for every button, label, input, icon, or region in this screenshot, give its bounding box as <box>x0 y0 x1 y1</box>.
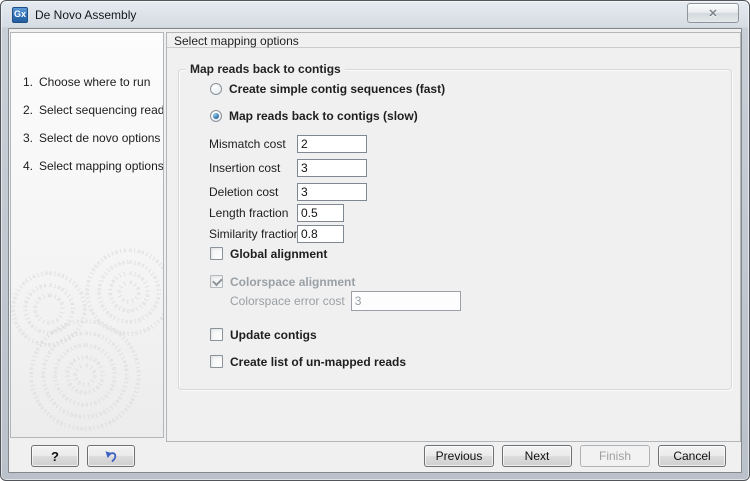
deletion-cost-row: Deletion cost <box>209 183 367 201</box>
svg-text:010011101011000101101001110010: 0100111010110001011010011100101100010110… <box>11 245 117 407</box>
radio-icon-selected[interactable] <box>210 110 222 122</box>
svg-text:010011101011000101101001110010: 0100111010110001011010011100101100010110… <box>11 245 150 313</box>
svg-text:010011101011000101101001110010: 0100111010110001011010011100101100010110… <box>11 245 141 431</box>
step-number: 3. <box>23 130 39 146</box>
radio-create-simple-contigs[interactable]: Create simple contig sequences (fast) <box>210 81 445 97</box>
undo-arrow-icon <box>103 449 119 464</box>
update-contigs-label[interactable]: Update contigs <box>230 328 317 342</box>
checkbox-checked-icon <box>210 275 223 288</box>
mismatch-cost-row: Mismatch cost <box>209 135 367 153</box>
sidebar-item-select-mapping-options: 4.Select mapping options <box>23 158 164 174</box>
wizard-steps-panel: 1.Choose where to run 2.Select sequencin… <box>10 32 164 438</box>
svg-text:010011101011000101101001110010: 0100111010110001011010011100101100010110… <box>11 245 97 387</box>
svg-text:010011101011000101101001110010: 0100111010110001011010011100101100010110… <box>11 245 129 419</box>
step-number: 1. <box>23 74 39 90</box>
step-label: Select sequencing reads <box>39 103 164 117</box>
previous-button[interactable]: Previous <box>424 445 494 467</box>
map-reads-groupbox: Map reads back to contigs Create simple … <box>178 69 732 390</box>
unmapped-reads-label[interactable]: Create list of un-mapped reads <box>230 355 406 369</box>
binary-spiral-watermark: 0100111010110001011010011100101100010110… <box>11 245 164 437</box>
svg-text:010011101011000101101001110010: 0100111010110001011010011100101100010110… <box>11 245 87 347</box>
insertion-cost-label: Insertion cost <box>209 159 297 177</box>
svg-text:010011101011000101101001110010: 0100111010110001011010011100101100010110… <box>11 245 105 395</box>
finish-button: Finish <box>580 445 650 467</box>
length-fraction-input[interactable] <box>297 204 344 222</box>
app-icon: Gx <box>12 7 28 23</box>
radio-label[interactable]: Map reads back to contigs (slow) <box>229 109 418 123</box>
de-novo-assembly-dialog: Gx De Novo Assembly ✕ 1.Choose where to … <box>0 0 750 481</box>
step-label: Choose where to run <box>39 75 150 89</box>
sidebar-item-select-sequencing-reads: 2.Select sequencing reads <box>23 102 164 118</box>
global-alignment-checkbox-row[interactable]: Global alignment <box>210 246 327 261</box>
wizard-content-panel: Select mapping options Map reads back to… <box>166 32 741 442</box>
insertion-cost-row: Insertion cost <box>209 159 367 177</box>
sidebar-item-select-de-novo-options: 3.Select de novo options <box>23 130 160 146</box>
svg-text:010011101011000101101001110010: 0100111010110001011010011100101100010110… <box>11 245 65 325</box>
radio-icon[interactable] <box>210 83 222 95</box>
length-fraction-row: Length fraction <box>209 204 344 222</box>
colorspace-alignment-label: Colorspace alignment <box>230 275 355 289</box>
checkbox-icon[interactable] <box>210 328 223 341</box>
colorspace-error-cost-input <box>351 291 461 311</box>
similarity-fraction-row: Similarity fraction <box>209 225 344 243</box>
global-alignment-label[interactable]: Global alignment <box>230 247 327 261</box>
cancel-button[interactable]: Cancel <box>658 445 726 467</box>
colorspace-alignment-checkbox-row: Colorspace alignment <box>210 274 355 289</box>
mismatch-cost-label: Mismatch cost <box>209 135 297 153</box>
colorspace-error-cost-label: Colorspace error cost <box>230 294 345 308</box>
insertion-cost-input[interactable] <box>297 159 367 177</box>
radio-map-reads-back[interactable]: Map reads back to contigs (slow) <box>210 108 418 124</box>
radio-label[interactable]: Create simple contig sequences (fast) <box>229 82 445 96</box>
length-fraction-label: Length fraction <box>209 204 297 222</box>
mismatch-cost-input[interactable] <box>297 135 367 153</box>
next-button[interactable]: Next <box>502 445 572 467</box>
similarity-fraction-label: Similarity fraction <box>209 225 297 243</box>
step-number: 2. <box>23 102 39 118</box>
step-number: 4. <box>23 158 39 174</box>
checkbox-icon[interactable] <box>210 247 223 260</box>
similarity-fraction-input[interactable] <box>297 225 344 243</box>
unmapped-reads-checkbox-row[interactable]: Create list of un-mapped reads <box>210 354 406 369</box>
sidebar-item-choose-where-to-run: 1.Choose where to run <box>23 74 150 90</box>
colorspace-error-cost-row: Colorspace error cost <box>230 291 461 311</box>
titlebar: Gx De Novo Assembly ✕ <box>1 1 749 28</box>
close-button[interactable]: ✕ <box>687 3 739 23</box>
deletion-cost-label: Deletion cost <box>209 183 297 201</box>
update-contigs-checkbox-row[interactable]: Update contigs <box>210 327 317 342</box>
svg-text:010011101011000101101001110010: 0100111010110001011010011100101100010110… <box>11 245 164 336</box>
step-label: Select mapping options <box>39 159 164 173</box>
deletion-cost-input[interactable] <box>297 183 367 201</box>
groupbox-title: Map reads back to contigs <box>186 62 345 76</box>
dialog-body: 1.Choose where to run 2.Select sequencin… <box>8 28 742 473</box>
help-button[interactable]: ? <box>31 445 79 467</box>
window-title: De Novo Assembly <box>35 8 136 22</box>
close-icon: ✕ <box>708 7 717 20</box>
step-label: Select de novo options <box>39 131 160 145</box>
svg-text:010011101011000101101001110010: 0100111010110001011010011100101100010110… <box>11 245 75 335</box>
svg-text:010011101011000101101001110010: 0100111010110001011010011100101100010110… <box>11 245 141 304</box>
svg-text:010011101011000101101001110010: 0100111010110001011010011100101100010110… <box>11 245 161 324</box>
reset-button[interactable] <box>87 445 135 467</box>
checkbox-icon[interactable] <box>210 355 223 368</box>
page-title: Select mapping options <box>167 33 740 48</box>
